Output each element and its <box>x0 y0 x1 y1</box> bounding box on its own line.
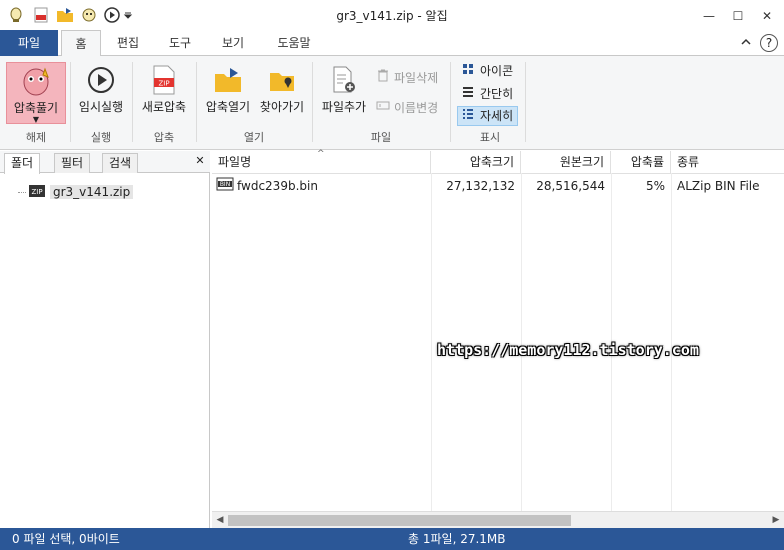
type-cell: ALZip BIN File <box>677 179 760 193</box>
tab-folder[interactable]: 폴더 <box>4 153 41 174</box>
open-zip-label: 압축열기 <box>205 100 251 114</box>
zip-archive-icon: ZIP <box>28 183 46 202</box>
tab-view[interactable]: 보기 <box>213 30 253 56</box>
play-icon <box>74 62 128 98</box>
file-name-cell: BIN fwdc239b.bin <box>214 177 429 195</box>
rename-icon <box>376 98 390 118</box>
tab-help[interactable]: 도움말 <box>270 30 318 56</box>
group-separator <box>196 62 197 142</box>
tab-file[interactable]: 파일 <box>0 30 58 56</box>
file-name: fwdc239b.bin <box>237 179 318 193</box>
rename-button[interactable]: 이름변경 <box>376 98 438 118</box>
scrollbar-thumb[interactable] <box>228 515 571 526</box>
zip-badge-text: ZIP <box>158 80 169 88</box>
maximize-button[interactable]: ☐ <box>723 5 753 27</box>
folder-pane: 폴더 필터 검색 ✕ ZIP gr3_v141.zip <box>0 151 210 528</box>
status-selection: 0 파일 선택, 0바이트 <box>12 532 120 546</box>
add-file-button[interactable]: 파일추가 <box>316 62 372 124</box>
sort-ascending-icon: ^ <box>317 149 325 159</box>
ribbon-tabs: 파일 홈 편집 도구 보기 도움말 ? <box>0 30 784 57</box>
add-file-label: 파일추가 <box>321 100 367 114</box>
view-simple-button[interactable]: 간단히 <box>458 84 517 104</box>
view-detail-button[interactable]: 자세히 <box>457 106 519 126</box>
group-separator <box>312 62 313 142</box>
new-zip-button[interactable]: ZIP 새로압축 <box>136 62 192 124</box>
detail-list-icon <box>462 106 474 126</box>
extract-mascot-icon <box>7 63 65 99</box>
delete-file-button[interactable]: 파일삭제 <box>376 68 438 88</box>
help-icon[interactable]: ? <box>760 34 778 52</box>
rename-label: 이름변경 <box>394 101 439 115</box>
find-button[interactable]: 찾아가기 <box>256 62 308 124</box>
trash-icon <box>376 68 390 88</box>
column-divider <box>431 173 432 511</box>
folder-pane-tabs: 폴더 필터 검색 ✕ <box>0 151 210 174</box>
group-label-compress: 압축 <box>153 131 175 144</box>
group-separator <box>70 62 71 142</box>
pane-close-icon[interactable]: ✕ <box>193 154 207 168</box>
tab-filter[interactable]: 필터 <box>54 153 91 173</box>
group-separator <box>525 62 526 142</box>
zip-file-icon: ZIP <box>136 62 192 98</box>
open-zip-button[interactable]: 압축열기 <box>200 62 256 124</box>
find-folder-icon <box>256 62 308 98</box>
tree-connector <box>18 192 26 193</box>
minimize-button[interactable]: — <box>694 5 724 27</box>
bin-badge-text: BIN <box>220 181 230 188</box>
tab-edit[interactable]: 편집 <box>108 30 148 56</box>
open-folder-icon <box>200 62 256 98</box>
status-total: 총 1파일, 27.1MB <box>408 532 506 546</box>
ribbon: 압축풀기 ▼ 해제 임시실행 실행 ZIP 새로압축 압축 압축열기 찾아가기 … <box>0 56 784 150</box>
group-label-open: 열기 <box>243 131 265 144</box>
column-header-ratio[interactable]: 압축률 <box>611 151 671 173</box>
title-bar: gr3_v141.zip - 알집 — ☐ ✕ <box>0 0 784 30</box>
column-header-original[interactable]: 원본크기 <box>521 151 611 173</box>
temp-run-button[interactable]: 임시실행 <box>74 62 128 124</box>
view-icon-label: 아이콘 <box>480 64 514 78</box>
find-label: 찾아가기 <box>259 100 305 114</box>
extract-button[interactable]: 압축풀기 ▼ <box>6 62 66 124</box>
bin-file-icon: BIN <box>216 176 234 197</box>
group-label-extract: 해제 <box>25 131 47 144</box>
header-divider <box>212 173 784 174</box>
horizontal-scrollbar[interactable]: ◀ ▶ <box>212 511 784 528</box>
temp-run-label: 임시실행 <box>78 100 124 114</box>
view-icon-button[interactable]: 아이콘 <box>458 61 517 81</box>
extract-label: 압축풀기 <box>13 101 59 115</box>
close-button[interactable]: ✕ <box>752 5 782 27</box>
collapse-ribbon-icon[interactable] <box>739 35 753 51</box>
column-header-compressed[interactable]: 압축크기 <box>431 151 521 173</box>
group-label-file: 파일 <box>370 131 392 144</box>
original-size-cell: 28,516,544 <box>536 179 605 193</box>
status-bar: 0 파일 선택, 0바이트 총 1파일, 27.1MB <box>0 528 784 550</box>
new-zip-label: 새로압축 <box>141 100 187 114</box>
tab-search[interactable]: 검색 <box>102 153 139 173</box>
watermark-text: https://memory112.tistory.com <box>437 341 699 359</box>
grid-icon <box>462 61 474 81</box>
ratio-cell: 5% <box>645 179 665 193</box>
scroll-left-icon[interactable]: ◀ <box>212 512 228 528</box>
view-detail-label: 자세히 <box>480 109 514 123</box>
group-separator <box>132 62 133 142</box>
compressed-size-cell: 27,132,132 <box>446 179 515 193</box>
delete-file-label: 파일삭제 <box>394 71 439 85</box>
group-label-run: 실행 <box>90 131 112 144</box>
column-header-type[interactable]: 종류 <box>671 151 784 173</box>
group-label-display: 표시 <box>479 131 501 144</box>
tree-item-label: gr3_v141.zip <box>50 185 134 199</box>
tab-tools[interactable]: 도구 <box>160 30 200 56</box>
group-separator <box>450 62 451 142</box>
tree-badge-text: ZIP <box>31 188 42 196</box>
extract-dropdown-icon[interactable]: ▼ <box>7 116 65 124</box>
file-list: 파일명 ^ 압축크기 원본크기 압축률 종류 BIN fwdc239b.bin … <box>212 149 784 528</box>
scroll-right-icon[interactable]: ▶ <box>768 512 784 528</box>
list-icon <box>462 84 474 104</box>
view-simple-label: 간단히 <box>480 87 514 101</box>
tab-home[interactable]: 홈 <box>61 30 101 57</box>
tree-item-archive[interactable]: ZIP gr3_v141.zip <box>28 183 134 202</box>
window-title: gr3_v141.zip - 알집 <box>336 9 448 23</box>
add-file-icon <box>316 62 372 98</box>
